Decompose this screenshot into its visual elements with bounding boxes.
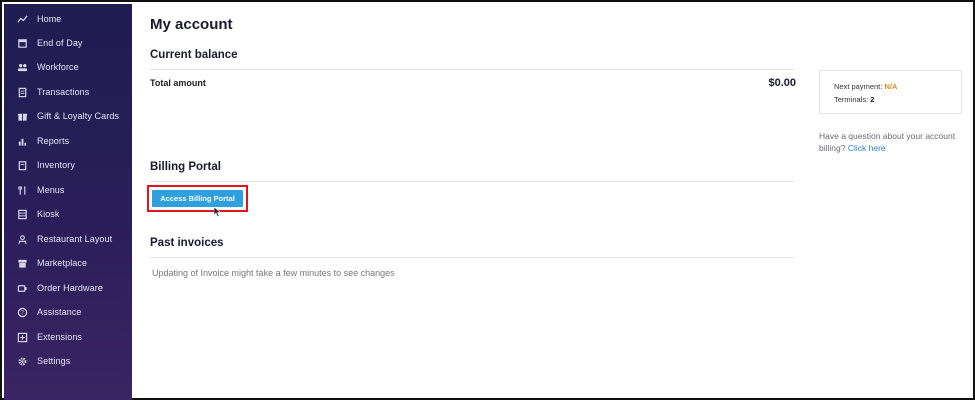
sidebar-item-label: Assistance: [37, 307, 82, 317]
sidebar-item-transactions[interactable]: Transactions: [4, 81, 132, 103]
sidebar-item-label: End of Day: [37, 38, 83, 48]
sidebar-item-label: Transactions: [37, 87, 90, 97]
page-title: My account: [150, 16, 233, 33]
divider: [150, 69, 794, 70]
store-icon: [16, 257, 28, 269]
fork-knife-icon: [16, 184, 28, 196]
sidebar-item-marketplace[interactable]: Marketplace: [4, 252, 132, 274]
clipboard-icon: [16, 159, 28, 171]
sidebar-item-menus[interactable]: Menus: [4, 179, 132, 201]
payment-summary-card: Next payment: N/A Terminals: 2: [819, 70, 962, 114]
sidebar-item-label: Order Hardware: [37, 283, 103, 293]
terminals-row: Terminals: 2: [834, 95, 874, 104]
divider: [150, 181, 794, 182]
total-amount-value: $0.00: [768, 77, 796, 89]
sidebar-item-label: Extensions: [37, 332, 83, 342]
next-payment-row: Next payment: N/A: [834, 82, 897, 91]
gift-icon: [16, 110, 28, 122]
sidebar-item-end-of-day[interactable]: End of Day: [4, 32, 132, 54]
terminals-value: 2: [870, 95, 875, 104]
people-icon: [16, 61, 28, 73]
invoice-update-note: Updating of Invoice might take a few min…: [152, 268, 395, 278]
help-circle-icon: ?: [16, 306, 28, 318]
sidebar-item-order-hardware[interactable]: Order Hardware: [4, 277, 132, 299]
mouse-cursor-icon: [214, 207, 222, 217]
sidebar-item-extensions[interactable]: Extensions: [4, 326, 132, 348]
sidebar-item-label: Settings: [37, 356, 71, 366]
app-window: Home End of Day Workforce Transactions G…: [0, 0, 975, 400]
calendar-icon: [16, 37, 28, 49]
billing-portal-heading: Billing Portal: [150, 161, 221, 173]
main-content: My account Current balance Total amount …: [132, 4, 975, 400]
sidebar-item-settings[interactable]: Settings: [4, 350, 132, 372]
total-amount-label: Total amount: [150, 78, 206, 88]
terminals-label: Terminals:: [834, 95, 869, 104]
bar-chart-icon: [16, 135, 28, 147]
sidebar-item-restaurant-layout[interactable]: Restaurant Layout: [4, 228, 132, 250]
layout-icon: [16, 233, 28, 245]
plus-square-icon: [16, 331, 28, 343]
sidebar-item-label: Inventory: [37, 160, 75, 170]
receipt-icon: [16, 86, 28, 98]
sidebar-item-gift-loyalty-cards[interactable]: Gift & Loyalty Cards: [4, 105, 132, 127]
sidebar-item-label: Reports: [37, 136, 70, 146]
sidebar-item-label: Restaurant Layout: [37, 234, 113, 244]
next-payment-value: N/A: [884, 82, 898, 91]
highlight-box: Access Billing Portal: [147, 185, 248, 212]
sidebar: Home End of Day Workforce Transactions G…: [4, 4, 132, 400]
sidebar-item-workforce[interactable]: Workforce: [4, 56, 132, 78]
sidebar-item-home[interactable]: Home: [4, 8, 132, 30]
access-billing-portal-button[interactable]: Access Billing Portal: [152, 190, 243, 207]
sidebar-item-inventory[interactable]: Inventory: [4, 154, 132, 176]
hardware-icon: [16, 282, 28, 294]
sidebar-item-label: Workforce: [37, 62, 79, 72]
click-here-link[interactable]: Click here: [848, 143, 886, 153]
sidebar-item-label: Gift & Loyalty Cards: [37, 111, 120, 121]
sidebar-item-label: Home: [37, 14, 62, 24]
gear-icon: [16, 355, 28, 367]
divider: [150, 257, 794, 258]
sidebar-item-label: Menus: [37, 185, 65, 195]
trend-icon: [16, 13, 28, 25]
billing-help-text: Have a question about your account billi…: [819, 130, 969, 154]
sidebar-item-reports[interactable]: Reports: [4, 130, 132, 152]
sidebar-item-label: Marketplace: [37, 258, 88, 268]
sidebar-item-kiosk[interactable]: Kiosk: [4, 203, 132, 225]
sidebar-item-label: Kiosk: [37, 209, 60, 219]
current-balance-heading: Current balance: [150, 49, 238, 61]
kiosk-icon: [16, 208, 28, 220]
sidebar-item-assistance[interactable]: ? Assistance: [4, 301, 132, 323]
svg-text:?: ?: [20, 309, 23, 316]
billing-help-question: Have a question about your account billi…: [819, 131, 956, 153]
next-payment-label: Next payment:: [834, 82, 883, 91]
past-invoices-heading: Past invoices: [150, 237, 224, 249]
